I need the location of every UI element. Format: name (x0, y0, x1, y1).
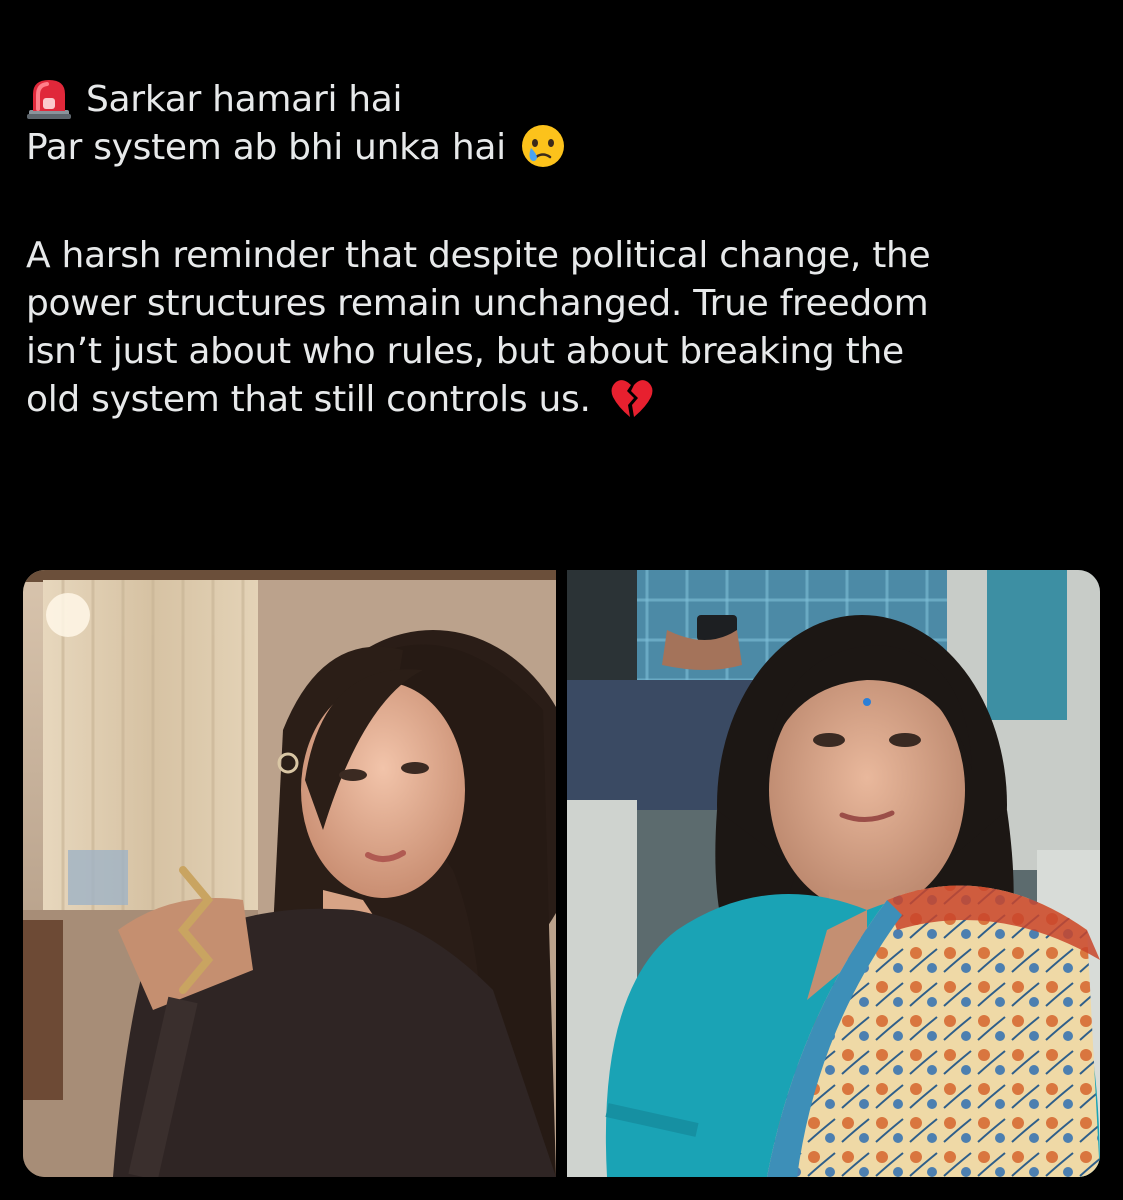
tweet-body-line-last: old system that still controls us. (26, 376, 1106, 424)
media-grid[interactable] (23, 570, 1100, 1177)
tweet-post: Sarkar hamari hai Par system ab bhi unka… (0, 0, 1123, 1200)
tweet-line-1: Sarkar hamari hai (26, 76, 1106, 124)
tweet-body-line: power structures remain unchanged. True … (26, 283, 929, 324)
broken-heart-icon (611, 380, 653, 417)
tweet-line-2: Par system ab bhi unka hai (26, 124, 1106, 172)
tweet-body-line-text: old system that still controls us. (26, 379, 591, 420)
tweet-text: Sarkar hamari hai Par system ab bhi unka… (26, 76, 1106, 424)
tweet-body-line: isn’t just about who rules, but about br… (26, 331, 904, 372)
portrait-photo-right-icon (567, 570, 1100, 1177)
tweet-line-1-text: Sarkar hamari hai (86, 79, 403, 120)
crying-face-icon (521, 125, 564, 167)
tweet-body-line: A harsh reminder that despite political … (26, 235, 931, 276)
photo-left[interactable] (23, 570, 556, 1177)
portrait-photo-left-icon (23, 570, 556, 1177)
police-light-icon (27, 80, 71, 119)
tweet-line-2-text: Par system ab bhi unka hai (26, 127, 506, 168)
photo-right[interactable] (567, 570, 1100, 1177)
